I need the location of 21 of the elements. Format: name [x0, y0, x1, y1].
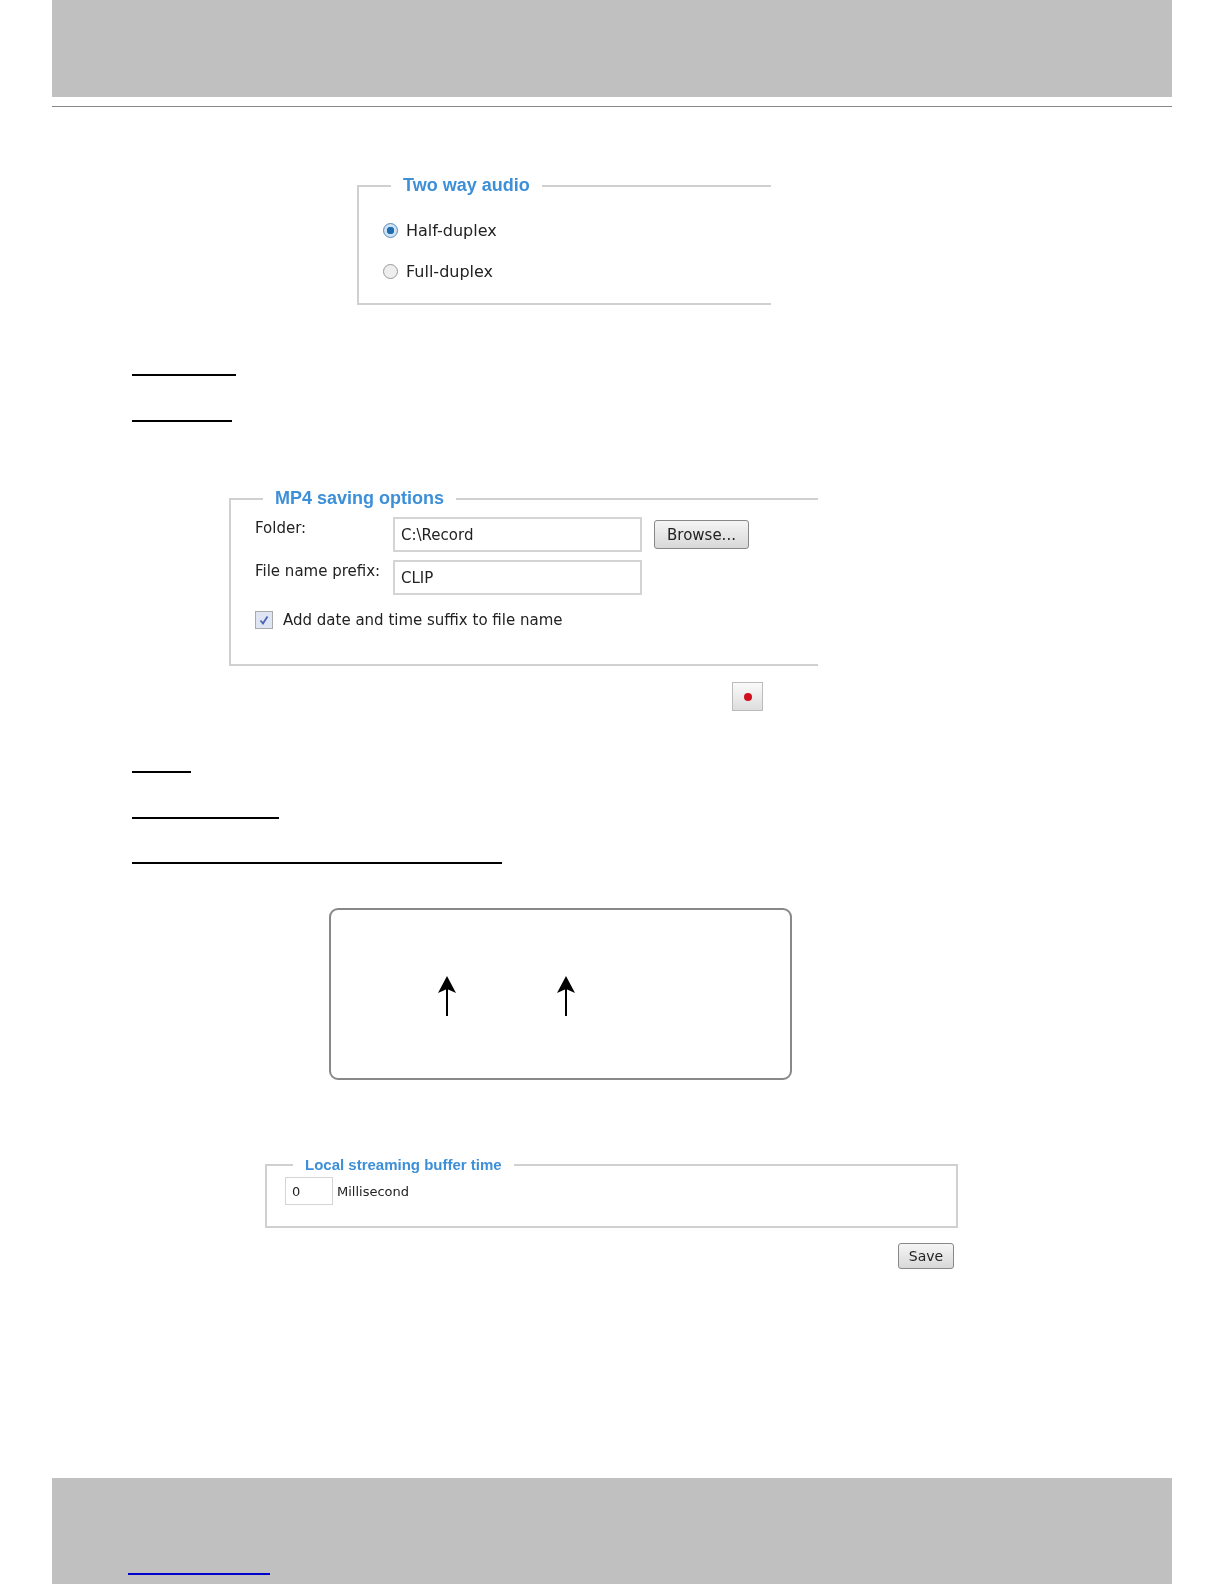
checkbox[interactable]: [255, 611, 273, 629]
unit-label: Millisecond: [337, 1183, 410, 1199]
arrow-icon: [436, 976, 458, 1016]
field-label: Folder:: [255, 518, 308, 537]
panel-title: Two way audio: [402, 175, 531, 196]
arrow-icon: [555, 976, 577, 1016]
panel-title: Local streaming buffer time: [304, 1156, 503, 1173]
prefix-field[interactable]: CLIP: [393, 560, 642, 595]
checkmark-icon: [258, 614, 270, 626]
save-button[interactable]: Save: [898, 1243, 954, 1269]
radio-button[interactable]: [383, 223, 398, 238]
record-button[interactable]: [732, 682, 763, 711]
buffer-field[interactable]: 0: [285, 1177, 333, 1205]
radio-label: Half-duplex: [406, 221, 497, 240]
browse-button[interactable]: Browse...: [654, 520, 749, 549]
radio-button[interactable]: [383, 264, 398, 279]
checkbox-label: Add date and time suffix to file name: [283, 611, 563, 629]
field-label: File name prefix:: [255, 561, 382, 580]
folder-field[interactable]: C:\Record: [393, 517, 642, 552]
radio-label: Full-duplex: [406, 262, 494, 281]
panel-title: MP4 saving options: [274, 488, 446, 509]
